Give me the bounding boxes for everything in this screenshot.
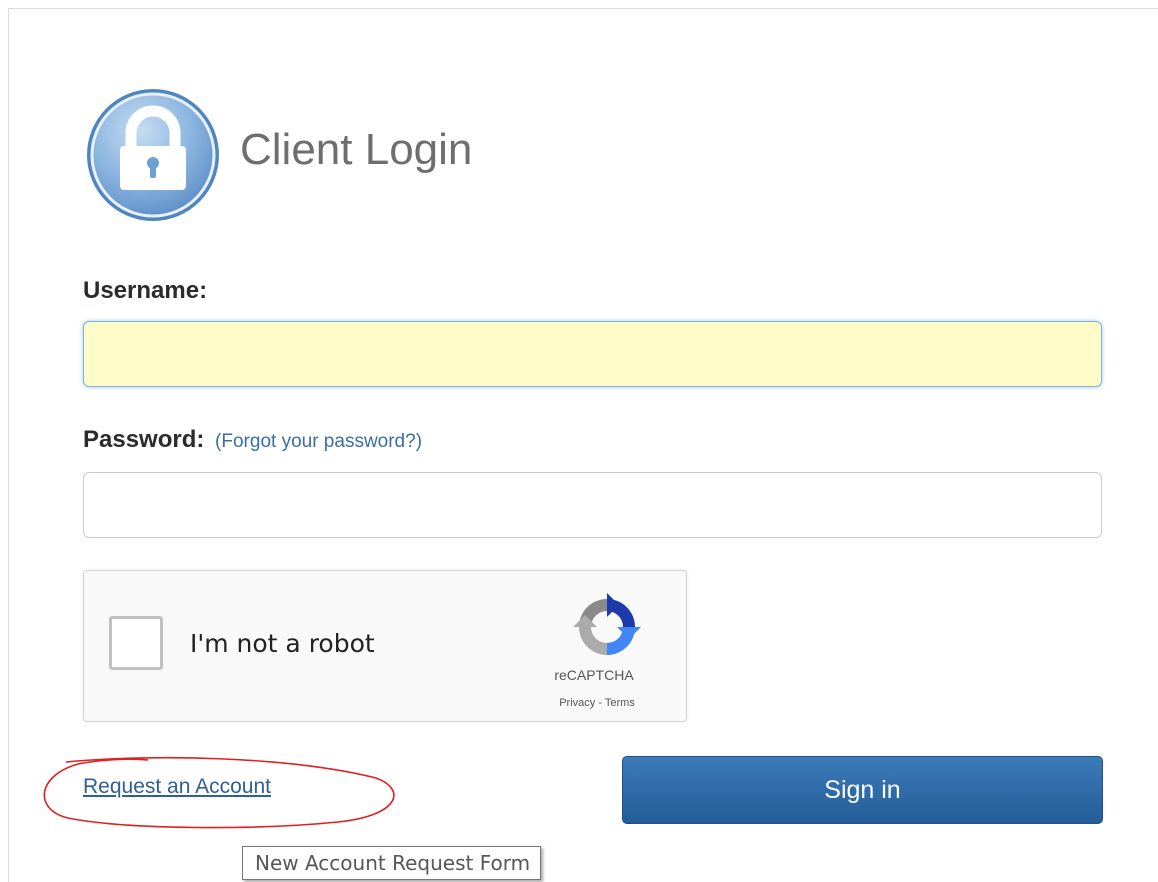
recaptcha-brand: reCAPTCHA xyxy=(554,667,634,683)
recaptcha-checkbox[interactable] xyxy=(109,616,163,670)
forgot-password-link[interactable]: (Forgot your password?) xyxy=(215,431,422,452)
frame-border-top xyxy=(8,8,1158,9)
lock-icon xyxy=(87,89,219,221)
recaptcha-links: Privacy - Terms xyxy=(524,697,670,709)
username-label: Username: xyxy=(83,277,208,304)
username-input[interactable] xyxy=(83,321,1102,387)
password-label-row: Password: (Forgot your password?) xyxy=(83,426,422,454)
recaptcha-widget: I'm not a robot reCAPTCHA Privacy - Term… xyxy=(83,570,687,722)
sign-in-button[interactable]: Sign in xyxy=(622,756,1103,824)
login-page: Client Login Username: Password: (Forgot… xyxy=(0,0,1158,882)
request-account-link[interactable]: Request an Account xyxy=(83,775,271,799)
recaptcha-label: I'm not a robot xyxy=(190,629,375,658)
password-label: Password: xyxy=(83,426,205,453)
recaptcha-links-separator: - xyxy=(595,697,605,709)
password-input[interactable] xyxy=(83,472,1102,538)
page-title: Client Login xyxy=(240,125,473,174)
recaptcha-terms-link[interactable]: Terms xyxy=(605,697,635,709)
request-account-tooltip: New Account Request Form xyxy=(242,846,542,880)
recaptcha-logo-icon xyxy=(573,593,641,655)
frame-border-left xyxy=(8,8,9,882)
recaptcha-privacy-link[interactable]: Privacy xyxy=(559,697,595,709)
